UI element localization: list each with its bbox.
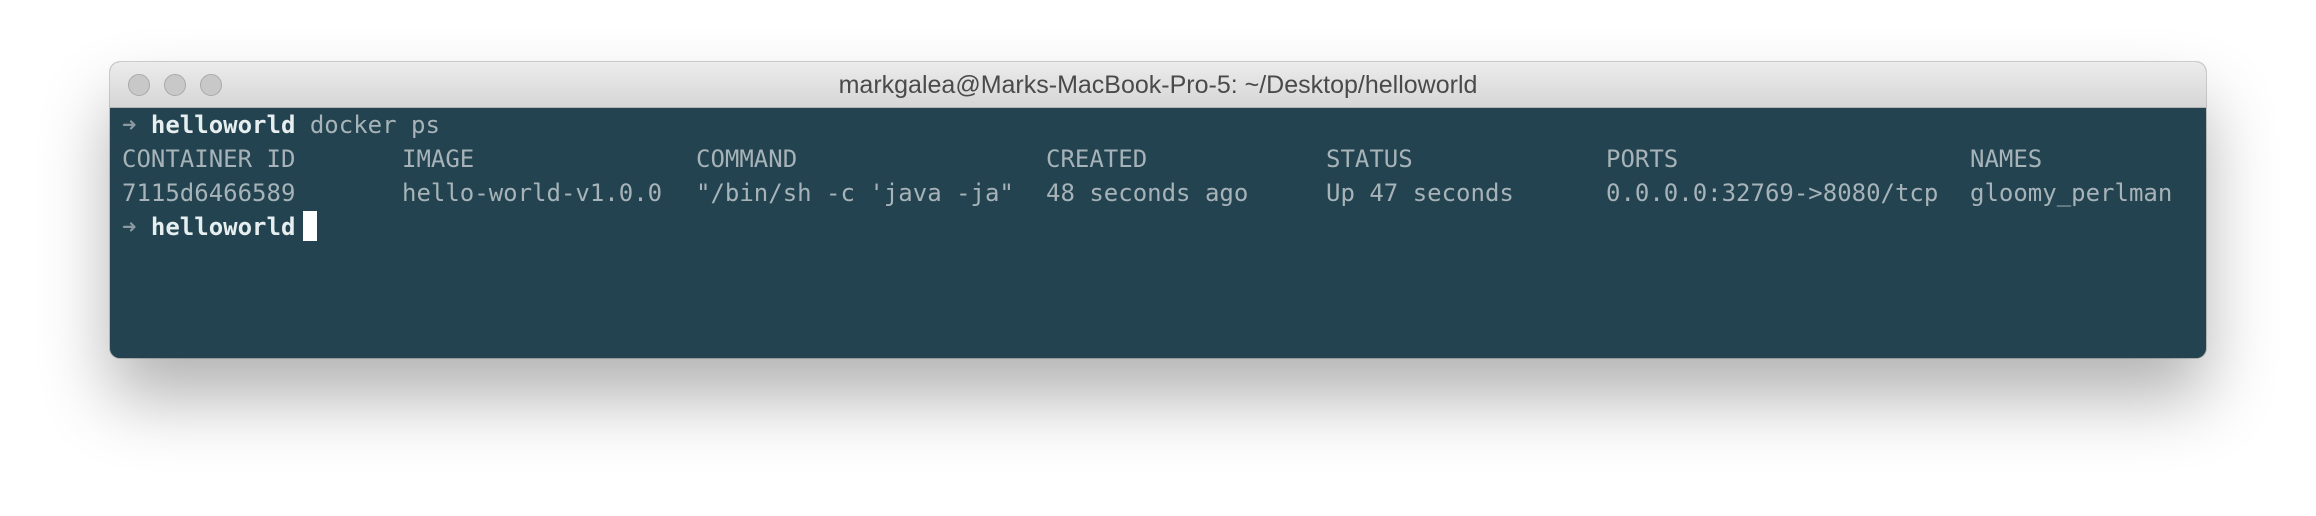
window-title: markgalea@Marks-MacBook-Pro-5: ~/Desktop…: [838, 71, 1478, 99]
cell-container-id: 7115d6466589: [122, 179, 296, 207]
cell-status: Up 47 seconds: [1326, 179, 1514, 207]
prompt-line-2: ➜ helloworld: [122, 210, 318, 244]
cell-names: gloomy_perlman: [1970, 179, 2173, 207]
cell-image: hello-world-v1.0.0: [402, 179, 663, 207]
prompt-arrow-icon: ➜: [122, 213, 137, 241]
header-created: CREATED: [1046, 145, 1148, 173]
header-names: NAMES: [1970, 145, 2043, 173]
cell-created: 48 seconds ago: [1046, 179, 1249, 207]
prompt-line-1: ➜ helloworld docker ps: [122, 108, 440, 142]
prompt-directory: helloworld: [150, 213, 296, 241]
cell-ports: 0.0.0.0:32769->8080/tcp: [1606, 179, 1939, 207]
text-cursor: [303, 211, 318, 241]
terminal-output[interactable]: ➜ helloworld docker ps CONTAINER ID IMAG…: [110, 108, 2206, 358]
header-command: COMMAND: [696, 145, 798, 173]
header-container-id: CONTAINER ID: [122, 145, 296, 173]
prompt-directory: helloworld: [150, 111, 296, 139]
header-ports: PORTS: [1606, 145, 1679, 173]
title-bar[interactable]: markgalea@Marks-MacBook-Pro-5: ~/Desktop…: [110, 62, 2206, 108]
command-text: docker ps: [309, 111, 440, 139]
prompt-arrow-icon: ➜: [122, 111, 137, 139]
terminal-window: markgalea@Marks-MacBook-Pro-5: ~/Desktop…: [110, 62, 2206, 358]
header-status: STATUS: [1326, 145, 1413, 173]
cell-command: "/bin/sh -c 'java -ja": [696, 179, 1014, 207]
header-image: IMAGE: [402, 145, 475, 173]
